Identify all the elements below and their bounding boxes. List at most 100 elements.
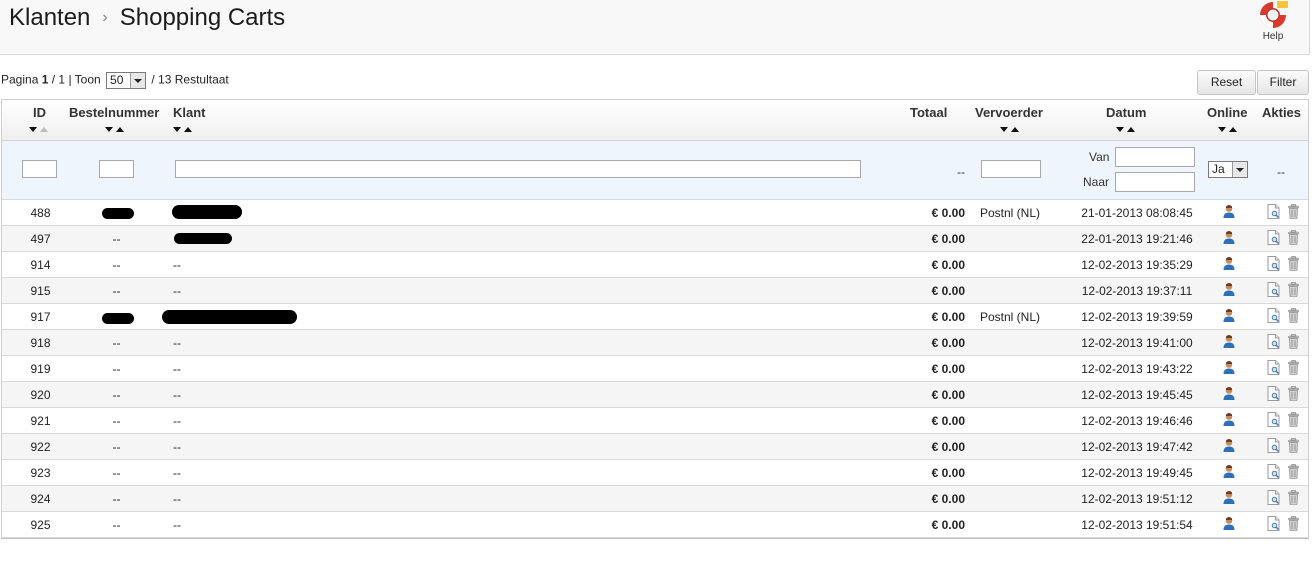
filter-button[interactable]: Filter: [1257, 70, 1309, 95]
customer-icon[interactable]: [1222, 204, 1236, 222]
table-row[interactable]: 917 € 0.00 Postnl (NL) 12-02-2013 19:39:59: [2, 304, 1308, 330]
cell-id: 920: [30, 388, 51, 402]
sort-desc-icon[interactable]: [173, 127, 181, 132]
delete-bin-icon[interactable]: [1288, 334, 1299, 352]
delete-bin-icon[interactable]: [1288, 360, 1299, 378]
delete-bin-icon[interactable]: [1288, 308, 1299, 326]
view-details-icon[interactable]: [1267, 334, 1280, 352]
reset-button[interactable]: Reset: [1197, 70, 1256, 95]
cell-date: 12-02-2013 19:47:42: [1081, 440, 1193, 454]
cell-customer: --: [173, 414, 181, 428]
date-to-input[interactable]: [1115, 172, 1195, 192]
column-online[interactable]: Online: [1207, 105, 1247, 120]
table-row[interactable]: 914 -- -- € 0.00 12-02-2013 19:35:29: [2, 252, 1308, 278]
delete-bin-icon[interactable]: [1288, 204, 1299, 222]
table-row[interactable]: 923 -- -- € 0.00 12-02-2013 19:49:45: [2, 460, 1308, 486]
view-details-icon[interactable]: [1267, 516, 1280, 534]
filter-online-select[interactable]: Ja: [1208, 161, 1248, 178]
column-date[interactable]: Datum: [1106, 105, 1146, 120]
help-button[interactable]: Help: [1252, 0, 1294, 44]
table-row[interactable]: 921 -- -- € 0.00 12-02-2013 19:46:46: [2, 408, 1308, 434]
view-details-icon[interactable]: [1267, 308, 1280, 326]
pagination: Pagina 1 / 1 | Toon 50 / 13 Restultaat: [1, 72, 229, 89]
cell-id: 497: [30, 232, 51, 246]
sort-asc-icon[interactable]: [40, 127, 48, 132]
cell-date: 12-02-2013 19:51:12: [1081, 492, 1193, 506]
table-body: 488 € 0.00 Postnl (NL) 21-01-2013 08:08:45 4…: [2, 200, 1308, 538]
customer-icon[interactable]: [1222, 230, 1236, 248]
customer-icon[interactable]: [1222, 334, 1236, 352]
table-row[interactable]: 924 -- -- € 0.00 12-02-2013 19:51:12: [2, 486, 1308, 512]
delete-bin-icon[interactable]: [1288, 464, 1299, 482]
table-row[interactable]: 918 -- -- € 0.00 12-02-2013 19:41:00: [2, 330, 1308, 356]
filter-carrier-input[interactable]: [981, 160, 1041, 178]
table-row[interactable]: 488 € 0.00 Postnl (NL) 21-01-2013 08:08:45: [2, 200, 1308, 226]
delete-bin-icon[interactable]: [1288, 516, 1299, 534]
filter-id-input[interactable]: [22, 160, 57, 178]
column-customer[interactable]: Klant: [173, 105, 206, 120]
date-from-input[interactable]: [1115, 147, 1195, 167]
chevron-down-icon: [130, 73, 146, 88]
breadcrumb-parent[interactable]: Klanten: [9, 4, 90, 31]
table-row[interactable]: 919 -- -- € 0.00 12-02-2013 19:43:22: [2, 356, 1308, 382]
delete-bin-icon[interactable]: [1288, 490, 1299, 508]
view-details-icon[interactable]: [1267, 204, 1280, 222]
table-row[interactable]: 497 -- € 0.00 22-01-2013 19:21:46: [2, 226, 1308, 252]
table-row[interactable]: 922 -- -- € 0.00 12-02-2013 19:47:42: [2, 434, 1308, 460]
view-details-icon[interactable]: [1267, 490, 1280, 508]
customer-icon[interactable]: [1222, 464, 1236, 482]
sort-asc-icon[interactable]: [116, 127, 124, 132]
delete-bin-icon[interactable]: [1288, 386, 1299, 404]
cell-order: --: [112, 414, 121, 428]
filter-order-input[interactable]: [99, 160, 134, 178]
sort-desc-icon[interactable]: [29, 127, 37, 132]
customer-icon[interactable]: [1222, 386, 1236, 404]
customer-icon[interactable]: [1222, 308, 1236, 326]
customer-icon[interactable]: [1222, 360, 1236, 378]
view-details-icon[interactable]: [1267, 360, 1280, 378]
sort-asc-icon[interactable]: [1127, 127, 1135, 132]
view-details-icon[interactable]: [1267, 230, 1280, 248]
table-row[interactable]: 915 -- -- € 0.00 12-02-2013 19:37:11: [2, 278, 1308, 304]
table-header: ID Bestelnummer Klant Totaal Vervoerder …: [2, 100, 1308, 141]
customer-icon[interactable]: [1222, 438, 1236, 456]
customer-icon[interactable]: [1222, 282, 1236, 300]
per-page-select[interactable]: 50: [106, 72, 147, 89]
pagination-current: 1: [41, 72, 49, 87]
sort-asc-icon[interactable]: [1229, 127, 1237, 132]
delete-bin-icon[interactable]: [1288, 230, 1299, 248]
sort-asc-icon[interactable]: [184, 127, 192, 132]
customer-icon[interactable]: [1222, 256, 1236, 274]
pagination-prefix: Pagina: [1, 72, 39, 87]
view-details-icon[interactable]: [1267, 438, 1280, 456]
filter-customer-input[interactable]: [175, 160, 861, 178]
column-id[interactable]: ID: [33, 105, 46, 120]
sort-desc-icon[interactable]: [105, 127, 113, 132]
column-order[interactable]: Bestelnummer: [69, 105, 159, 120]
cell-customer: --: [173, 336, 181, 350]
cell-id: 922: [30, 440, 51, 454]
view-details-icon[interactable]: [1267, 386, 1280, 404]
sort-desc-icon[interactable]: [1218, 127, 1226, 132]
sort-asc-icon[interactable]: [1011, 127, 1019, 132]
sort-desc-icon[interactable]: [1000, 127, 1008, 132]
view-details-icon[interactable]: [1267, 256, 1280, 274]
sort-desc-icon[interactable]: [1116, 127, 1124, 132]
view-details-icon[interactable]: [1267, 282, 1280, 300]
breadcrumb-separator: ›: [102, 9, 108, 26]
delete-bin-icon[interactable]: [1288, 282, 1299, 300]
table-row[interactable]: 925 -- -- € 0.00 12-02-2013 19:51:54: [2, 512, 1308, 538]
view-details-icon[interactable]: [1267, 464, 1280, 482]
column-carrier[interactable]: Vervoerder: [975, 105, 1043, 120]
cell-total: € 0.00: [931, 310, 965, 324]
delete-bin-icon[interactable]: [1288, 256, 1299, 274]
delete-bin-icon[interactable]: [1288, 438, 1299, 456]
customer-icon[interactable]: [1222, 490, 1236, 508]
view-details-icon[interactable]: [1267, 412, 1280, 430]
customer-icon[interactable]: [1222, 516, 1236, 534]
cell-customer: --: [173, 258, 181, 272]
customer-icon[interactable]: [1222, 412, 1236, 430]
cell-total: € 0.00: [931, 492, 965, 506]
table-row[interactable]: 920 -- -- € 0.00 12-02-2013 19:45:45: [2, 382, 1308, 408]
delete-bin-icon[interactable]: [1288, 412, 1299, 430]
